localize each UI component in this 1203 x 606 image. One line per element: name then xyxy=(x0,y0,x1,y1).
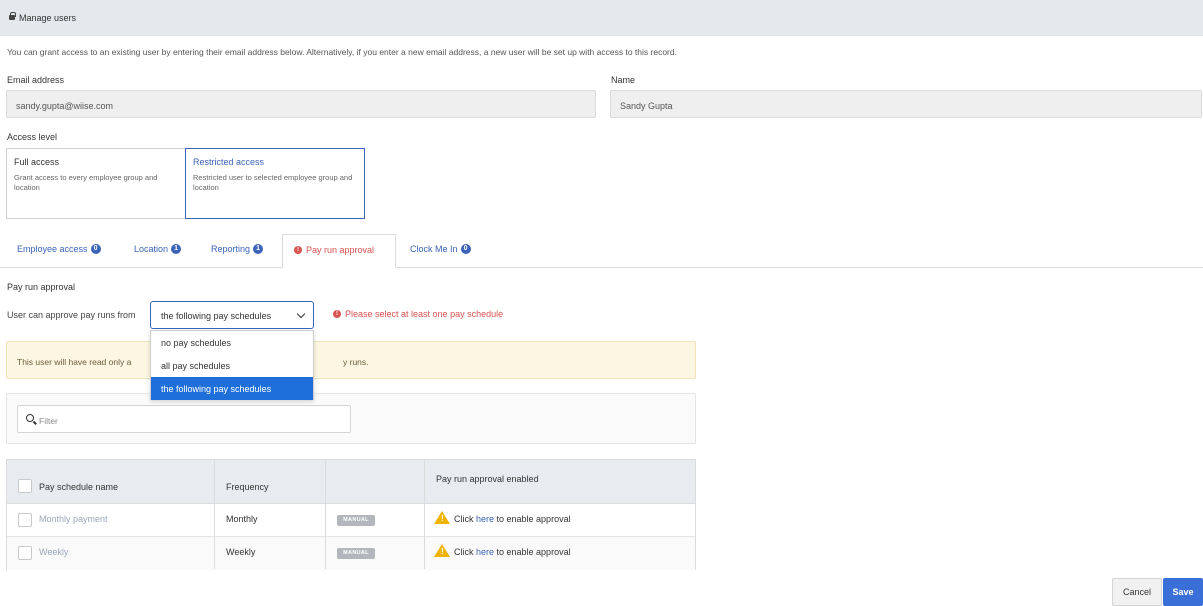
info-banner: This user will have read only a y runs. xyxy=(6,341,696,379)
header-cell: Pay schedule name xyxy=(39,482,119,492)
tab-location[interactable]: Location 1 xyxy=(134,244,182,254)
lock-icon xyxy=(9,12,16,20)
info-text-left: This user will have read only a xyxy=(17,357,132,367)
full-access-desc: Grant access to every employee group and… xyxy=(14,173,158,192)
dropdown-option-selected[interactable]: the following pay schedules xyxy=(151,377,313,400)
schedule-name: Weekly xyxy=(39,547,69,557)
tab-label: Location xyxy=(134,244,169,254)
tab-label: Pay run approval xyxy=(306,245,375,255)
pay-schedule-select[interactable]: the following pay schedules xyxy=(150,301,314,329)
name-label: Name xyxy=(611,75,636,85)
name-field[interactable]: Sandy Gupta xyxy=(610,90,1202,118)
tab-label: Reporting xyxy=(211,244,251,254)
approval-post: to enable approval xyxy=(494,514,571,524)
manage-users-header: Manage users xyxy=(0,0,1203,36)
table-header: Pay schedule name Frequency Pay run appr… xyxy=(7,460,695,504)
header-cell: Pay run approval enabled xyxy=(436,474,539,484)
tab-employee-access[interactable]: Employee access 0 xyxy=(17,244,101,254)
tab-pay-run-approval[interactable]: ! Pay run approval xyxy=(282,234,396,268)
approval-pre: Click xyxy=(454,514,476,524)
email-field[interactable]: sandy.gupta@wiise.com xyxy=(6,90,596,118)
pay-schedule-dropdown: no pay schedules all pay schedules the f… xyxy=(150,330,314,400)
tab-reporting[interactable]: Reporting 1 xyxy=(211,244,264,254)
approval-post: to enable approval xyxy=(494,547,571,557)
validation-error: ! Please select at least one pay schedul… xyxy=(333,309,503,319)
enable-approval-link[interactable]: here xyxy=(476,547,494,557)
approve-label: User can approve pay runs from xyxy=(7,310,136,320)
filter-input[interactable]: Filter xyxy=(17,405,351,433)
count-badge: 0 xyxy=(460,244,471,254)
table-row: Monthly payment Monthly MANUAL ! Click h… xyxy=(7,504,695,537)
approval-cell: Click here to enable approval xyxy=(454,547,571,557)
filter-placeholder: Filter xyxy=(39,416,58,426)
error-icon: ! xyxy=(294,246,302,254)
tab-label: Employee access xyxy=(17,244,88,254)
table-row: Weekly Weekly MANUAL ! Click here to ena… xyxy=(7,537,695,570)
email-label: Email address xyxy=(7,75,65,85)
section-title: Pay run approval xyxy=(7,282,76,292)
column-divider xyxy=(424,460,425,569)
manual-tag: MANUAL xyxy=(337,515,375,526)
select-all-checkbox[interactable] xyxy=(18,479,32,493)
tab-label: Clock Me In xyxy=(410,244,458,254)
select-value: the following pay schedules xyxy=(161,311,272,321)
tab-clock-me-in[interactable]: Clock Me In 0 xyxy=(410,244,471,254)
frequency: Monthly xyxy=(226,514,258,524)
pay-schedule-table: Pay schedule name Frequency Pay run appr… xyxy=(6,459,696,570)
row-checkbox[interactable] xyxy=(18,513,32,527)
column-divider xyxy=(214,460,215,569)
column-divider xyxy=(325,460,326,569)
full-access-title: Full access xyxy=(14,157,60,167)
warning-icon: ! xyxy=(434,544,450,557)
restricted-access-desc: Restricted user to selected employee gro… xyxy=(193,173,353,192)
access-level-label: Access level xyxy=(7,132,58,142)
search-icon xyxy=(26,414,34,422)
cancel-button[interactable]: Cancel xyxy=(1112,578,1162,606)
warning-icon: ! xyxy=(434,511,450,524)
error-icon: ! xyxy=(333,310,341,318)
chevron-down-icon xyxy=(296,309,306,319)
approval-pre: Click xyxy=(454,547,476,557)
save-button[interactable]: Save xyxy=(1163,578,1203,606)
dropdown-option[interactable]: no pay schedules xyxy=(151,331,313,354)
restricted-access-option[interactable]: Restricted access Restricted user to sel… xyxy=(185,148,365,219)
dropdown-option[interactable]: all pay schedules xyxy=(151,354,313,377)
count-badge: 0 xyxy=(90,244,101,254)
error-text: Please select at least one pay schedule xyxy=(345,309,504,319)
row-checkbox[interactable] xyxy=(18,546,32,560)
info-text-right: y runs. xyxy=(343,357,369,367)
count-badge: 1 xyxy=(171,244,182,254)
approval-cell: Click here to enable approval xyxy=(454,514,571,524)
header-cell: Frequency xyxy=(226,482,269,492)
enable-approval-link[interactable]: here xyxy=(476,514,494,524)
full-access-option[interactable]: Full access Grant access to every employ… xyxy=(6,148,186,219)
count-badge: 1 xyxy=(253,244,264,254)
restricted-access-title: Restricted access xyxy=(193,157,265,167)
intro-text: You can grant access to an existing user… xyxy=(7,47,677,57)
tabs-divider xyxy=(0,267,1203,268)
frequency: Weekly xyxy=(226,547,256,557)
schedule-name: Monthly payment xyxy=(39,514,108,524)
manual-tag: MANUAL xyxy=(337,548,375,559)
header-title: Manage users xyxy=(19,13,77,23)
